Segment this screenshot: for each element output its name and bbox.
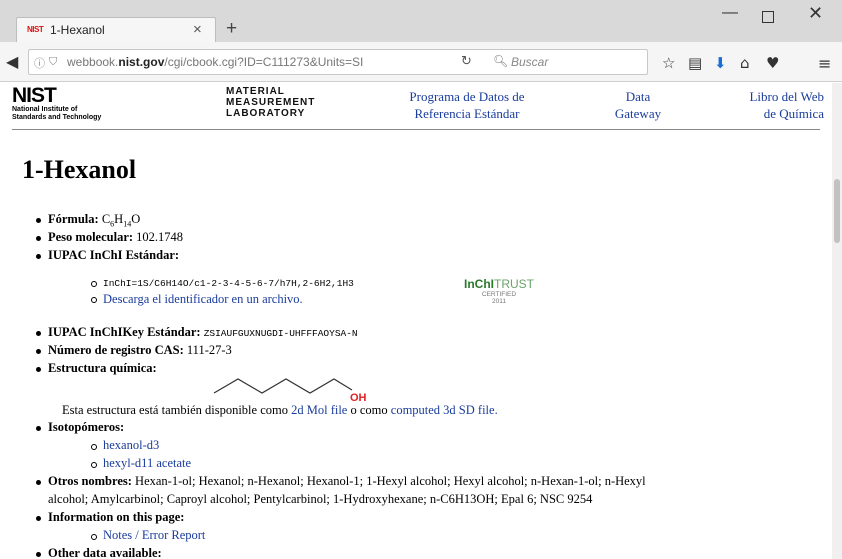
page-content: NIST National Institute of Standards and… — [0, 83, 832, 559]
download-icon[interactable]: ⬇ — [714, 54, 727, 72]
inchi-download-link[interactable]: Descarga el identificador en un archivo. — [103, 292, 303, 307]
bookmark-star-icon[interactable]: ☆ — [662, 54, 675, 72]
info-icon[interactable]: ⓘ — [34, 55, 45, 71]
cas-row: Número de registro CAS: 111-27-3 — [48, 343, 232, 357]
reading-list-icon[interactable]: ▤ — [688, 54, 702, 72]
other-names-continued: alcohol; Amylcarbinol; Caproyl alcohol; … — [48, 492, 593, 506]
page-scrollbar[interactable] — [832, 83, 842, 559]
search-box[interactable]: 🔍︎ Buscar — [477, 50, 647, 74]
structure-formats-row: Esta estructura está también disponible … — [62, 403, 498, 417]
reload-icon[interactable]: ↻ — [461, 54, 472, 69]
back-arrow-icon[interactable]: ◀ — [6, 52, 18, 71]
bullet — [36, 367, 41, 372]
search-placeholder: Buscar — [511, 55, 549, 69]
bullet — [36, 516, 41, 521]
browser-tab[interactable]: NIST 1-Hexanol × — [16, 17, 216, 42]
isotopologues-label: Isotopómeros: — [48, 420, 125, 434]
pocket-icon[interactable]: ♥ — [766, 54, 779, 72]
tab-close-icon[interactable]: × — [193, 21, 202, 38]
mol-file-link[interactable]: 2d Mol file — [291, 403, 347, 417]
inchi-label: IUPAC InChI Estándar: — [48, 248, 180, 262]
url-text[interactable]: webbook.nist.gov/cgi/cbook.cgi?ID=C11127… — [67, 55, 427, 69]
sub-bullet — [91, 462, 97, 468]
srd-program-link[interactable]: Programa de Datos de Referencia Estándar — [396, 88, 538, 122]
structure-label: Estructura química: — [48, 361, 157, 375]
nist-logo[interactable]: NIST National Institute of Standards and… — [12, 85, 101, 122]
scrollbar-thumb[interactable] — [834, 179, 840, 243]
inchi-value: InChI=1S/C6H14O/c1-2-3-4-5-6-7/h7H,2-6H2… — [103, 278, 354, 289]
page-title: 1-Hexanol — [22, 155, 137, 184]
bullet — [36, 349, 41, 354]
sub-bullet — [91, 297, 97, 303]
browser-titlebar: NIST 1-Hexanol × + — ✕ — [0, 0, 842, 42]
formula-value: C6H14O — [101, 212, 141, 229]
tracking-shield-icon[interactable]: ⛉ — [49, 55, 57, 69]
formula-row: Fórmula: C6H14O — [48, 212, 141, 229]
search-icon: 🔍︎ — [493, 54, 509, 68]
menu-icon[interactable]: ≡ — [818, 54, 831, 73]
sub-bullet — [91, 281, 97, 287]
bullet — [36, 426, 41, 431]
address-bar[interactable]: ⓘ ⛉ webbook.nist.gov/cgi/cbook.cgi?ID=C1… — [28, 49, 648, 75]
bullet — [36, 236, 41, 241]
bullet — [36, 218, 41, 223]
tab-title: 1-Hexanol — [50, 23, 105, 37]
sub-bullet — [91, 534, 97, 540]
bullet — [36, 552, 41, 557]
header-divider — [12, 129, 820, 130]
inchikey-row: IUPAC InChIKey Estándar: ZSIAUFGUXNUGDI-… — [48, 325, 358, 339]
molecular-weight-row: Peso molecular: 102.1748 — [48, 230, 184, 244]
maximize-icon[interactable] — [762, 11, 774, 23]
sd-file-link[interactable]: computed 3d SD file. — [391, 403, 498, 417]
bullet — [36, 254, 41, 259]
notes-error-report-link[interactable]: Notes / Error Report — [103, 528, 205, 543]
minimize-icon[interactable]: — — [722, 4, 738, 22]
info-label: Information on this page: — [48, 510, 185, 524]
nist-favicon-icon: NIST — [27, 25, 44, 34]
bullet — [36, 331, 41, 336]
chemistry-webbook-link[interactable]: Libro del Web de Química — [724, 88, 824, 122]
hydroxyl-label: OH — [350, 392, 367, 403]
home-icon[interactable]: ⌂ — [740, 54, 750, 72]
browser-navbar: ◀ ⓘ ⛉ webbook.nist.gov/cgi/cbook.cgi?ID=… — [0, 42, 842, 82]
other-names-row: Otros nombres: Hexan-1-ol; Hexanol; n-He… — [48, 474, 646, 488]
sub-bullet — [91, 444, 97, 450]
mml-logo[interactable]: MATERIAL MEASUREMENT LABORATORY — [226, 86, 315, 119]
data-gateway-link[interactable]: Data Gateway — [603, 88, 673, 122]
other-data-label: Other data available: — [48, 546, 162, 559]
close-window-icon[interactable]: ✕ — [808, 3, 823, 24]
isotopologue-link[interactable]: hexyl-d11 acetate — [103, 456, 191, 471]
inchi-trust-logo[interactable]: InChITRUST CERTIFIED 2011 — [464, 277, 534, 305]
new-tab-button[interactable]: + — [226, 18, 237, 40]
chemical-structure-image: OH — [213, 378, 367, 403]
bullet — [36, 480, 41, 485]
isotopologue-link[interactable]: hexanol-d3 — [103, 438, 159, 453]
